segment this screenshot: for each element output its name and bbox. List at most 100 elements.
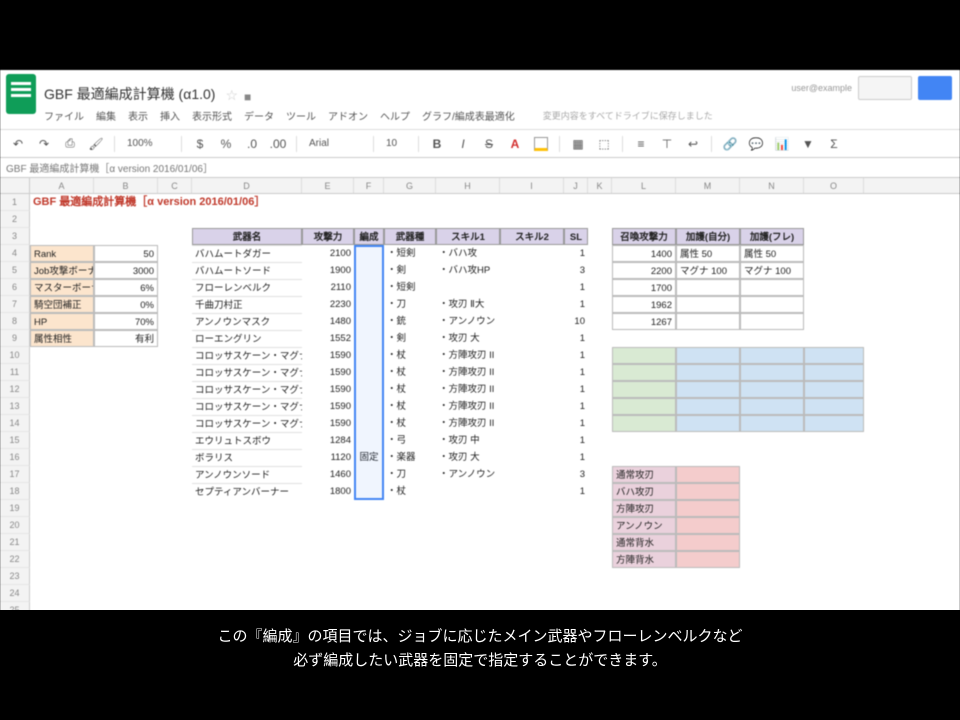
weapon-skill1[interactable]: ・方陣攻刃 II <box>436 415 500 432</box>
weapon-atk[interactable]: 1590 <box>302 398 354 415</box>
weapon-atk[interactable]: 1284 <box>302 432 354 449</box>
summon-fr[interactable] <box>740 279 804 296</box>
row-header[interactable]: 6 <box>0 279 30 296</box>
weapon-atk[interactable]: 2110 <box>302 279 354 296</box>
italic-icon[interactable]: I <box>453 134 473 154</box>
fill-color-icon[interactable] <box>531 134 551 154</box>
summon-fr[interactable] <box>740 313 804 330</box>
weapon-atk[interactable]: 1552 <box>302 330 354 347</box>
row-header[interactable]: 11 <box>0 364 30 381</box>
col-header-D[interactable]: D <box>192 178 302 193</box>
weapon-type[interactable]: ・杖 <box>384 364 436 381</box>
row-header[interactable]: 13 <box>0 398 30 415</box>
weapon-sl[interactable]: 1 <box>564 415 588 432</box>
col-header-G[interactable]: G <box>384 178 436 193</box>
weapon-name[interactable]: 千曲刀村正 <box>192 296 302 313</box>
weapon-skill1[interactable]: ・攻刃 大 <box>436 449 500 466</box>
result-value[interactable] <box>676 534 740 551</box>
sheets-logo-icon[interactable] <box>6 74 36 114</box>
weapon-type[interactable]: ・杖 <box>384 415 436 432</box>
menu-file[interactable]: ファイル <box>44 108 84 123</box>
row-header[interactable]: 18 <box>0 483 30 500</box>
summon-own[interactable] <box>676 279 740 296</box>
menu-help[interactable]: ヘルプ <box>380 108 410 123</box>
row-header[interactable]: 14 <box>0 415 30 432</box>
weapon-skill2[interactable] <box>500 483 564 500</box>
result-value[interactable] <box>676 466 740 483</box>
weapon-name[interactable]: バハムートダガー <box>192 245 302 262</box>
row-header[interactable]: 3 <box>0 228 30 245</box>
decrease-decimal-icon[interactable]: .0 <box>242 134 262 154</box>
row-header[interactable]: 1 <box>0 194 30 211</box>
col-header-M[interactable]: M <box>676 178 740 193</box>
menu-addons[interactable]: アドオン <box>328 108 368 123</box>
zoom-select[interactable]: 100% <box>123 134 173 154</box>
row-header[interactable]: 15 <box>0 432 30 449</box>
calc-cell[interactable] <box>612 381 676 398</box>
weapon-sl[interactable]: 1 <box>564 245 588 262</box>
col-header-K[interactable]: K <box>588 178 612 193</box>
weapon-sl[interactable]: 1 <box>564 398 588 415</box>
weapon-type[interactable]: ・剣 <box>384 330 436 347</box>
weapon-name[interactable]: バハムートソード <box>192 262 302 279</box>
calc-cell[interactable] <box>804 364 864 381</box>
weapon-name[interactable]: セプティアンバーナー <box>192 483 302 500</box>
filter-icon[interactable]: ▼ <box>798 134 818 154</box>
summon-atk[interactable]: 2200 <box>612 262 676 279</box>
weapon-sl[interactable]: 1 <box>564 483 588 500</box>
weapon-skill1[interactable]: ・アンノウン <box>436 466 500 483</box>
weapon-skill2[interactable] <box>500 449 564 466</box>
row-header[interactable]: 17 <box>0 466 30 483</box>
weapon-name[interactable]: コロッサスケーン・マグナ a <box>192 364 302 381</box>
weapon-skill1[interactable]: ・アンノウン <box>436 313 500 330</box>
row-header[interactable]: 7 <box>0 296 30 313</box>
calc-cell[interactable] <box>740 415 804 432</box>
col-header-L[interactable]: L <box>612 178 676 193</box>
weapon-skill2[interactable] <box>500 466 564 483</box>
weapon-name[interactable]: ボラリス <box>192 449 302 466</box>
weapon-skill2[interactable] <box>500 262 564 279</box>
row-header[interactable]: 21 <box>0 534 30 551</box>
calc-cell[interactable] <box>740 347 804 364</box>
row-header[interactable]: 5 <box>0 262 30 279</box>
weapon-type[interactable]: ・剣 <box>384 262 436 279</box>
col-header-H[interactable]: H <box>436 178 500 193</box>
weapon-skill2[interactable] <box>500 279 564 296</box>
weapon-name[interactable]: アンノウンマスク <box>192 313 302 330</box>
weapon-skill2[interactable] <box>500 313 564 330</box>
weapon-skill1[interactable]: ・攻刃 中 <box>436 432 500 449</box>
weapon-skill1[interactable]: ・方陣攻刃 II <box>436 381 500 398</box>
chart-icon[interactable]: 📊 <box>772 134 792 154</box>
menu-edit[interactable]: 編集 <box>96 108 116 123</box>
weapon-type[interactable]: ・杖 <box>384 398 436 415</box>
col-header-N[interactable]: N <box>740 178 804 193</box>
summon-atk[interactable]: 1700 <box>612 279 676 296</box>
halign-icon[interactable]: ≡ <box>631 134 651 154</box>
weapon-atk[interactable]: 1590 <box>302 364 354 381</box>
menu-insert[interactable]: 挿入 <box>160 108 180 123</box>
weapon-name[interactable]: コロッサスケーン・マグナ a <box>192 347 302 364</box>
result-value[interactable] <box>676 500 740 517</box>
comments-button[interactable] <box>858 76 912 100</box>
weapon-atk[interactable]: 1590 <box>302 381 354 398</box>
row-header[interactable]: 22 <box>0 551 30 568</box>
merge-icon[interactable]: ⬚ <box>594 134 614 154</box>
weapon-atk[interactable]: 1900 <box>302 262 354 279</box>
weapon-type[interactable]: ・刀 <box>384 296 436 313</box>
weapon-sl[interactable]: 1 <box>564 364 588 381</box>
weapon-atk[interactable]: 1590 <box>302 347 354 364</box>
weapon-skill1[interactable] <box>436 483 500 500</box>
document-title[interactable]: GBF 最適編成計算機 (α1.0) <box>44 84 215 104</box>
summon-atk[interactable]: 1267 <box>612 313 676 330</box>
calc-cell[interactable] <box>612 364 676 381</box>
weapon-skill2[interactable] <box>500 381 564 398</box>
weapon-sl[interactable]: 1 <box>564 279 588 296</box>
weapon-type[interactable]: ・短剣 <box>384 245 436 262</box>
summon-fr[interactable]: 属性 50 <box>740 245 804 262</box>
percent-icon[interactable]: % <box>216 134 236 154</box>
param-value[interactable]: 3000 <box>94 262 158 279</box>
text-color-icon[interactable]: A <box>505 134 525 154</box>
row-header[interactable]: 4 <box>0 245 30 262</box>
weapon-sl[interactable]: 1 <box>564 432 588 449</box>
col-header-O[interactable]: O <box>804 178 864 193</box>
